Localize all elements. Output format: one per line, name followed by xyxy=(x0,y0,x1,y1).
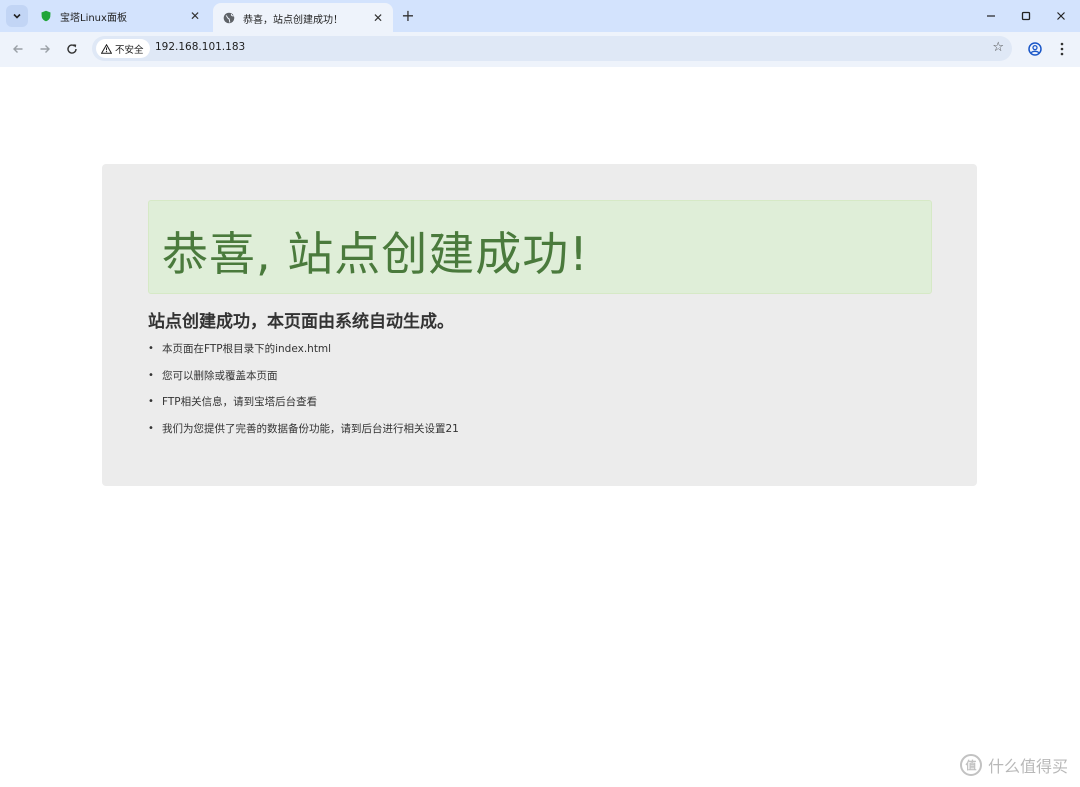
watermark-text: 什么值得买 xyxy=(987,757,1068,776)
menu-button[interactable] xyxy=(1052,39,1072,59)
maximize-icon xyxy=(1021,11,1031,21)
address-bar[interactable]: 不安全 192.168.101.183 ☆ xyxy=(92,36,1012,61)
globe-icon xyxy=(223,12,235,24)
arrow-right-icon xyxy=(40,45,50,53)
watermark-logo: 值 xyxy=(959,754,982,776)
security-label: 不安全 xyxy=(115,44,144,56)
minimize-button[interactable] xyxy=(973,0,1009,32)
notes-list: 本页面在FTP根目录下的index.html 您可以删除或覆盖本页面 FTP相关… xyxy=(148,342,459,449)
close-window-button[interactable] xyxy=(1043,0,1079,32)
list-item: FTP相关信息，请到宝塔后台查看 xyxy=(148,395,459,422)
tab-baota-panel[interactable]: 宝塔Linux面板 ✕ xyxy=(30,3,210,29)
list-item: 本页面在FTP根目录下的index.html xyxy=(148,342,459,369)
security-indicator[interactable]: 不安全 xyxy=(96,39,150,58)
reload-icon xyxy=(67,44,77,54)
maximize-button[interactable] xyxy=(1008,0,1044,32)
tab-strip: 宝塔Linux面板 ✕ 恭喜，站点创建成功！ ✕ + xyxy=(0,0,1080,33)
tab-site-created[interactable]: 恭喜，站点创建成功！ ✕ xyxy=(213,3,393,33)
close-tab-icon[interactable]: ✕ xyxy=(188,9,202,23)
more-vert-icon xyxy=(1060,42,1064,56)
close-icon xyxy=(1057,12,1065,20)
minimize-icon xyxy=(987,15,995,17)
list-item: 您可以删除或覆盖本页面 xyxy=(148,369,459,396)
list-item: 我们为您提供了完善的数据备份功能，请到后台进行相关设置21 xyxy=(148,422,459,449)
tab-title: 宝塔Linux面板 xyxy=(60,12,127,24)
chevron-down-icon xyxy=(13,13,21,19)
page-heading: 恭喜, 站点创建成功! xyxy=(162,227,589,281)
browser-chrome: 宝塔Linux面板 ✕ 恭喜，站点创建成功！ ✕ + 不安全 192.168.1… xyxy=(0,0,1080,67)
close-tab-icon[interactable]: ✕ xyxy=(371,11,385,25)
tab-search-button[interactable] xyxy=(6,5,28,27)
arrow-left-icon xyxy=(13,45,23,53)
watermark: 值 什么值得买 xyxy=(959,753,1068,777)
new-tab-button[interactable]: + xyxy=(398,6,418,26)
tab-title: 恭喜，站点创建成功！ xyxy=(243,14,343,26)
forward-button[interactable] xyxy=(34,38,56,60)
bookmark-star-icon[interactable]: ☆ xyxy=(992,40,1004,55)
success-alert: 恭喜, 站点创建成功! xyxy=(148,200,932,294)
content-panel: 恭喜, 站点创建成功! 站点创建成功，本页面由系统自动生成。 本页面在FTP根目… xyxy=(102,164,977,486)
lead-text: 站点创建成功，本页面由系统自动生成。 xyxy=(148,312,454,332)
reload-button[interactable] xyxy=(61,38,83,60)
browser-toolbar: 不安全 192.168.101.183 ☆ xyxy=(0,32,1080,67)
warning-icon xyxy=(101,43,112,54)
profile-button[interactable] xyxy=(1025,39,1045,59)
url-text[interactable]: 192.168.101.183 xyxy=(155,41,245,53)
shield-icon xyxy=(41,10,51,22)
back-button[interactable] xyxy=(7,38,29,60)
profile-icon xyxy=(1028,42,1042,56)
